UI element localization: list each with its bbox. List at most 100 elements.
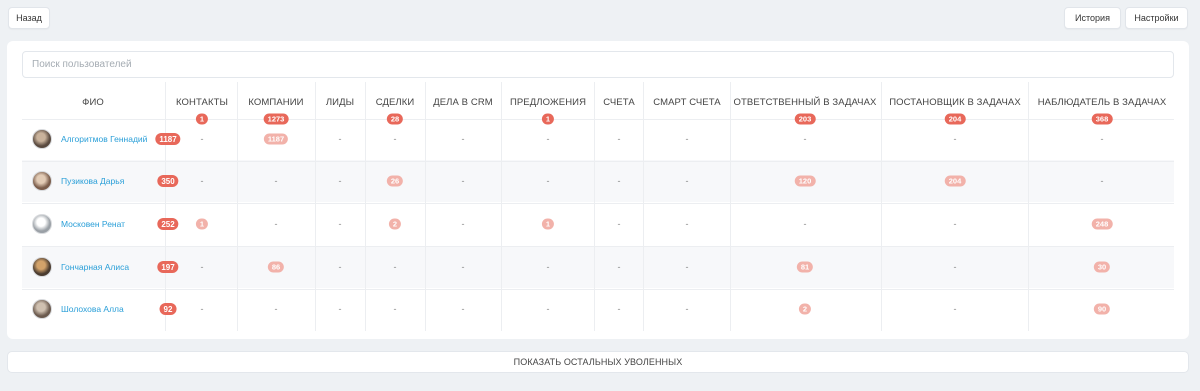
column-divider	[643, 82, 644, 331]
empty-cell: -	[617, 134, 621, 144]
column-header[interactable]: СДЕЛКИ	[376, 97, 415, 108]
row-separator	[22, 119, 1174, 120]
empty-cell: -	[617, 176, 621, 186]
empty-cell: -	[461, 304, 465, 314]
search-input[interactable]: Поиск пользователей	[22, 51, 1174, 78]
empty-cell: -	[803, 219, 807, 229]
empty-cell: -	[953, 262, 957, 272]
column-header[interactable]: ЛИДЫ	[326, 97, 354, 108]
user-total-badge: 197	[157, 261, 179, 273]
empty-cell: -	[546, 134, 550, 144]
user-name-link[interactable]: Московен Ренат	[61, 219, 125, 229]
column-divider	[501, 82, 502, 331]
column-divider	[315, 82, 316, 331]
count-badge[interactable]: 248	[1091, 218, 1113, 230]
empty-cell: -	[393, 262, 397, 272]
column-header[interactable]: КОМПАНИИ	[248, 97, 303, 108]
users-panel: Поиск пользователей ФИО КОНТАКТЫ 1 КОМПАНИИ…	[7, 41, 1189, 339]
empty-cell: -	[461, 134, 465, 144]
empty-cell: -	[617, 219, 621, 229]
empty-cell: -	[393, 134, 397, 144]
user-total-badge: 1187	[155, 133, 181, 145]
empty-cell: -	[461, 176, 465, 186]
empty-cell: -	[685, 134, 689, 144]
column-header[interactable]: ОТВЕТСТВЕННЫЙ В ЗАДАЧАХ	[734, 97, 877, 108]
settings-button[interactable]: Настройки	[1125, 7, 1188, 29]
empty-cell: -	[685, 219, 689, 229]
empty-cell: -	[461, 219, 465, 229]
avatar[interactable]	[32, 299, 52, 319]
user-name-link[interactable]: Алгоритмов Геннадий	[61, 134, 147, 144]
column-header[interactable]: СМАРТ СЧЕТА	[653, 97, 721, 108]
count-badge[interactable]: 81	[796, 261, 814, 273]
empty-cell: -	[617, 262, 621, 272]
count-badge[interactable]: 90	[1093, 303, 1111, 315]
empty-cell: -	[274, 304, 278, 314]
column-divider	[237, 82, 238, 331]
empty-cell: -	[1100, 134, 1104, 144]
count-badge[interactable]: 26	[386, 175, 404, 187]
column-header[interactable]: ПРЕДЛОЖЕНИЯ	[510, 97, 586, 108]
column-header[interactable]: ПОСТАНОВЩИК В ЗАДАЧАХ	[889, 97, 1021, 108]
empty-cell: -	[953, 134, 957, 144]
count-badge[interactable]: 2	[388, 218, 402, 230]
avatar[interactable]	[32, 129, 52, 149]
column-divider	[425, 82, 426, 331]
count-badge[interactable]: 1	[541, 218, 555, 230]
empty-cell: -	[200, 134, 204, 144]
history-button[interactable]: История	[1064, 7, 1121, 29]
empty-cell: -	[953, 304, 957, 314]
empty-cell: -	[274, 176, 278, 186]
row-separator	[22, 161, 1174, 162]
column-header[interactable]: КОНТАКТЫ	[176, 97, 228, 108]
column-header[interactable]: ДЕЛА В CRM	[433, 97, 493, 108]
user-total-badge: 92	[159, 303, 177, 315]
empty-cell: -	[803, 134, 807, 144]
empty-cell: -	[1100, 176, 1104, 186]
empty-cell: -	[338, 304, 342, 314]
count-badge[interactable]: 204	[944, 175, 966, 187]
empty-cell: -	[685, 176, 689, 186]
column-divider	[730, 82, 731, 331]
avatar[interactable]	[32, 257, 52, 277]
row-separator	[22, 289, 1174, 290]
column-header[interactable]: НАБЛЮДАТЕЛЬ В ЗАДАЧАХ	[1038, 97, 1167, 108]
column-divider	[165, 82, 166, 331]
column-header[interactable]: ФИО	[82, 97, 104, 108]
empty-cell: -	[546, 304, 550, 314]
empty-cell: -	[393, 304, 397, 314]
count-badge[interactable]: 2	[798, 303, 812, 315]
avatar[interactable]	[32, 214, 52, 234]
count-badge[interactable]: 1	[195, 218, 209, 230]
empty-cell: -	[685, 304, 689, 314]
user-name-link[interactable]: Шолохова Алла	[61, 304, 124, 314]
column-total-badge: 203	[794, 113, 816, 125]
count-badge[interactable]: 120	[794, 175, 816, 187]
column-divider	[365, 82, 366, 331]
empty-cell: -	[953, 219, 957, 229]
count-badge[interactable]: 30	[1093, 261, 1111, 273]
empty-cell: -	[461, 262, 465, 272]
count-badge[interactable]: 86	[267, 261, 285, 273]
avatar[interactable]	[32, 171, 52, 191]
column-divider	[594, 82, 595, 331]
column-total-badge: 1	[541, 113, 555, 125]
back-button[interactable]: Назад	[8, 7, 50, 29]
empty-cell: -	[338, 219, 342, 229]
empty-cell: -	[685, 262, 689, 272]
show-more-button[interactable]: ПОКАЗАТЬ ОСТАЛЬНЫХ УВОЛЕННЫХ	[7, 351, 1189, 373]
empty-cell: -	[338, 262, 342, 272]
user-name-link[interactable]: Пузикова Дарья	[61, 176, 124, 186]
row-separator	[22, 246, 1174, 247]
column-total-badge: 1273	[263, 113, 289, 125]
empty-cell: -	[546, 262, 550, 272]
column-header[interactable]: СЧЕТА	[603, 97, 635, 108]
user-total-badge: 350	[157, 175, 179, 187]
empty-cell: -	[200, 304, 204, 314]
empty-cell: -	[546, 176, 550, 186]
user-name-link[interactable]: Гончарная Алиса	[61, 262, 129, 272]
count-badge[interactable]: 1187	[263, 133, 289, 145]
empty-cell: -	[200, 176, 204, 186]
column-total-badge: 28	[386, 113, 404, 125]
column-total-badge: 204	[944, 113, 966, 125]
